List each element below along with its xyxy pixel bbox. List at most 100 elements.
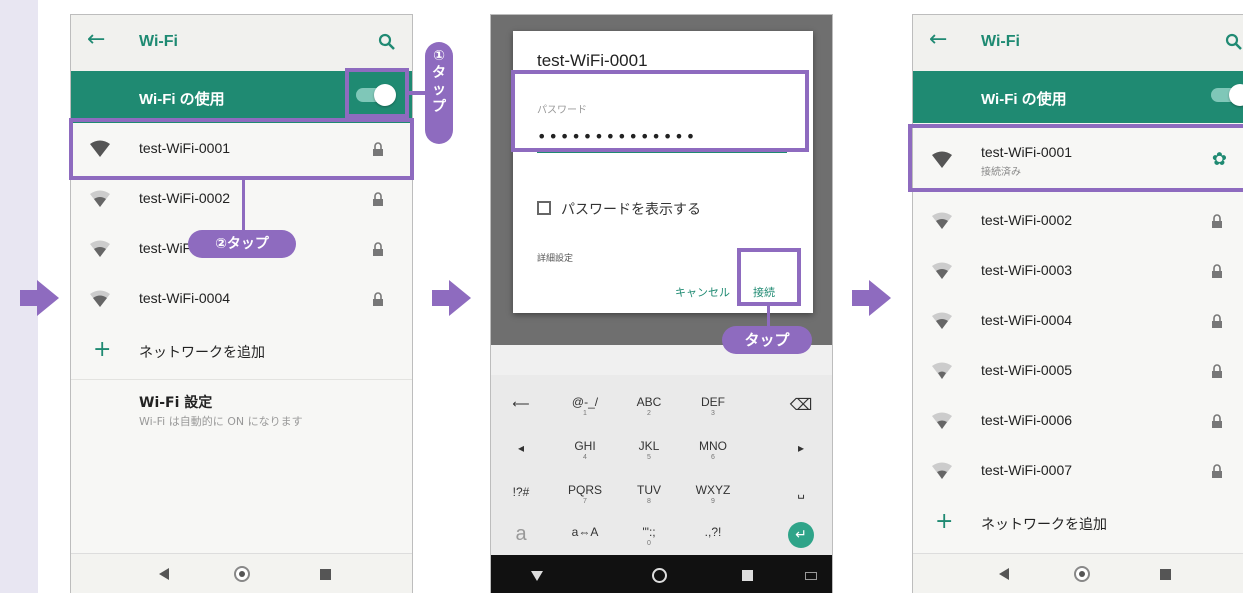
network-row[interactable]: test-WiFi-0007 [913, 447, 1243, 497]
keyboard-key[interactable]: !?# [491, 485, 551, 499]
network-name: test-WiFi-0005 [981, 362, 1073, 378]
lock-icon [373, 292, 383, 306]
keyboard-key[interactable]: a⇔A [559, 525, 611, 540]
wifi-signal-icon [932, 412, 952, 429]
lock-icon [1212, 464, 1222, 478]
back-nav-button[interactable] [991, 554, 1021, 593]
lock-icon [1212, 314, 1222, 328]
wifi-signal-icon [90, 240, 110, 257]
add-network-row[interactable]: + ネットワークを追加 [71, 327, 412, 377]
keyboard-key[interactable]: WXYZ 9 [687, 483, 739, 505]
phone-screen-wifi-connected: ← Wi-Fi Wi-Fi の使用 test-WiFi-0001 接続済み ✿ … [912, 14, 1243, 593]
lock-icon [1212, 364, 1222, 378]
wifi-toggle-label: Wi-Fi の使用 [981, 91, 1067, 108]
recents-nav-button[interactable] [1151, 554, 1181, 593]
highlight-connect-button [737, 248, 801, 306]
backspace-key[interactable]: ⌫ [771, 395, 831, 415]
cancel-button[interactable]: キャンセル [675, 284, 730, 300]
wifi-toggle-switch[interactable] [1211, 84, 1243, 106]
keyboard-key[interactable]: '":; 0 [623, 525, 675, 547]
network-row[interactable]: test-WiFi-0004 [71, 275, 412, 325]
wifi-signal-icon [932, 462, 952, 479]
network-name: test-WiFi-0004 [981, 312, 1073, 328]
wifi-settings-title: Wi-Fi 設定 [139, 395, 213, 411]
highlight-network-row [69, 118, 414, 180]
network-name: test-WiFi-0004 [139, 290, 231, 306]
page-title: Wi-Fi [981, 33, 1020, 50]
lock-icon [373, 242, 383, 256]
network-row[interactable]: test-WiFi-0004 [913, 297, 1243, 347]
network-name: test-WiFi-0007 [981, 462, 1073, 478]
tutorial-figure: ← Wi-Fi Wi-Fi の使用 test-WiFi-0001 test-Wi… [0, 0, 1243, 593]
keyboard-key[interactable]: TUV 8 [623, 483, 675, 505]
keyboard-key[interactable]: a [491, 523, 551, 546]
keyboard-key[interactable]: ◂ [491, 441, 551, 455]
space-key[interactable]: ␣ [771, 485, 831, 499]
back-nav-button[interactable] [531, 571, 543, 581]
callout-connector [767, 306, 770, 328]
plus-icon: + [935, 509, 954, 534]
wifi-signal-icon [932, 212, 952, 229]
keyboard-key[interactable]: ▸ [771, 441, 831, 455]
highlight-toggle [345, 68, 409, 118]
keyboard: ⟵ ◂ !?# a @-_/1 ABC 2 DEF 3 GHI 4 JKL 5 MNO 6… [491, 375, 832, 555]
network-row[interactable]: test-WiFi-0003 [913, 247, 1243, 297]
keyboard-key[interactable]: JKL 5 [623, 439, 675, 461]
keyboard-key[interactable]: MNO 6 [687, 439, 739, 461]
wifi-toggle-row[interactable]: Wi-Fi の使用 [913, 71, 1243, 123]
keyboard-key[interactable]: ABC 2 [623, 395, 675, 417]
show-password-label: パスワードを表示する [561, 202, 701, 218]
callout-step3: タップ [722, 326, 812, 354]
wifi-signal-icon [90, 290, 110, 307]
system-nav-bar [71, 553, 412, 593]
network-name: test-WiFi-0002 [139, 190, 231, 206]
network-row[interactable]: test-WiFi-0005 [913, 347, 1243, 397]
network-row[interactable]: test-WiFi-0002 [913, 197, 1243, 247]
home-nav-button[interactable] [227, 554, 257, 593]
keyboard-key[interactable]: .,?! [687, 525, 739, 540]
system-nav-bar [491, 555, 832, 593]
network-row[interactable]: test-WiFi-0006 [913, 397, 1243, 447]
network-name: test-WiFi-0002 [981, 212, 1073, 228]
home-nav-button[interactable] [652, 568, 667, 583]
wifi-signal-icon [932, 262, 952, 279]
add-network-label: ネットワークを追加 [139, 345, 265, 361]
keyboard-key[interactable]: PQRS 7 [559, 483, 611, 505]
lock-icon [1212, 414, 1222, 428]
keyboard-key[interactable]: DEF 3 [687, 395, 739, 417]
app-bar: ← Wi-Fi [71, 15, 412, 71]
back-nav-button[interactable] [151, 554, 181, 593]
keyboard-key[interactable]: ⟵ [491, 397, 551, 411]
wifi-signal-icon [932, 362, 952, 379]
page-title: Wi-Fi [139, 33, 178, 50]
wifi-toggle-label: Wi-Fi の使用 [139, 91, 225, 108]
network-name: test-WiFi-0003 [981, 262, 1073, 278]
search-icon[interactable] [378, 33, 396, 51]
wifi-settings-row[interactable]: Wi-Fi 設定 Wi-Fi は自動的に ON になります [71, 379, 412, 439]
keyboard-icon[interactable] [805, 572, 817, 580]
wifi-settings-subtitle: Wi-Fi は自動的に ON になります [139, 415, 303, 428]
recents-nav-button[interactable] [311, 554, 341, 593]
highlight-password-field [511, 70, 809, 152]
network-name: test-WiFi-0006 [981, 412, 1073, 428]
search-icon[interactable] [1225, 33, 1243, 51]
plus-icon: + [93, 337, 112, 362]
arrow-left-icon[interactable]: ← [929, 29, 947, 51]
enter-key[interactable]: ↵ [788, 522, 814, 548]
callout-step1: ① タ ッ プ [425, 42, 453, 144]
recents-nav-button[interactable] [742, 570, 753, 581]
lock-icon [1212, 214, 1222, 228]
add-network-row[interactable]: + ネットワークを追加 [913, 499, 1243, 549]
keyboard-key[interactable]: GHI 4 [559, 439, 611, 461]
arrow-left-icon[interactable]: ← [87, 29, 105, 51]
keyboard-key[interactable]: @-_/1 [559, 395, 611, 417]
wifi-signal-icon [90, 190, 110, 207]
callout-connector [242, 180, 245, 230]
add-network-label: ネットワークを追加 [981, 517, 1107, 533]
advanced-settings[interactable]: 詳細設定 [537, 251, 573, 264]
system-nav-bar [913, 553, 1243, 593]
show-password-checkbox[interactable] [537, 201, 551, 215]
callout-step2: ②タップ [188, 230, 296, 258]
dialog-title: test-WiFi-0001 [537, 51, 648, 70]
home-nav-button[interactable] [1067, 554, 1097, 593]
